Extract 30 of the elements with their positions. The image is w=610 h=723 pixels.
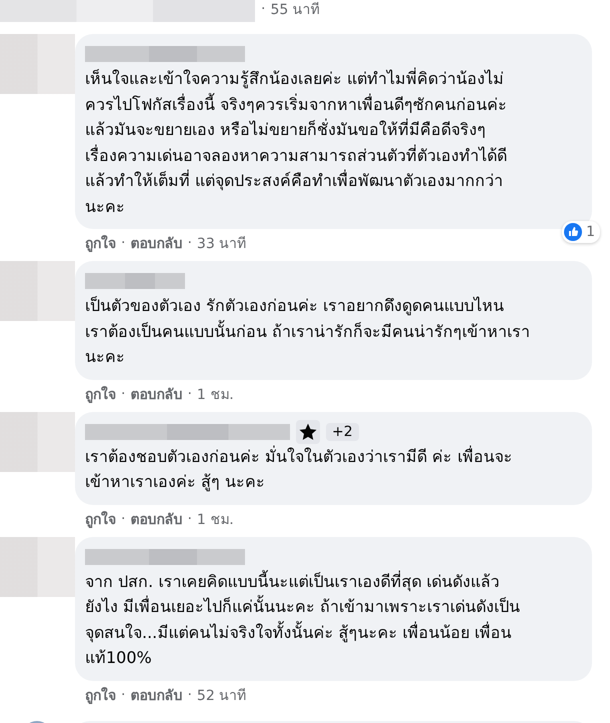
badge-count: +2	[326, 422, 359, 440]
separator: ·	[187, 510, 192, 526]
comment-text: เป็นตัวของตัวเอง รักตัวเองก่อนค่ะ เราอยากดึงดูดคนแบบไหน เราต้องเป็นคนแบบนั้นก่อน ถ้าเราน่ารักก็จะมีคนน่ารักๆเข้าหาเรา นะคะ	[85, 295, 532, 368]
separator: ·	[187, 386, 192, 402]
separator: ·	[187, 235, 192, 251]
separator: ·	[121, 386, 126, 402]
separator: ·	[121, 235, 126, 251]
comment-text: เราต้องชอบตัวเองก่อนค่ะ มั่นใจในตัวเองว่าเรามีดี ค่ะ เพื่อนจะ เข้าหาเราเองค่ะ สู้ๆ นะคะ	[85, 444, 514, 494]
separator: ·	[121, 686, 126, 702]
like-link[interactable]: ถูกใจ	[85, 382, 116, 404]
reply-link[interactable]: ตอบกลับ	[130, 232, 182, 254]
comment-time[interactable]: 1 ชม.	[196, 508, 234, 530]
separator: ·	[261, 1, 266, 17]
reaction-count[interactable]: 1	[562, 221, 600, 243]
like-link[interactable]: ถูกใจ	[85, 684, 116, 706]
comment-time[interactable]: 55 นาที	[270, 0, 320, 20]
reply-link[interactable]: ตอบกลับ	[130, 684, 182, 706]
thumbs-up-icon	[564, 223, 582, 241]
separator: ·	[187, 686, 192, 702]
comment-time[interactable]: 52 นาที	[196, 684, 246, 706]
comment-time[interactable]: 33 นาที	[196, 232, 246, 254]
comment-text: จาก ปสก. เราเคยคิดแบบนี้นะแต่เป็นเราเองดีที่สุด เด่นดังแล้ว ยังไง มีเพื่อนเยอะไปก็แค่นั้นนะคะ ถ้าเข้ามาเพราะเราเด่นดังเป็น จุดสนใจ...มีแต่คนไม่จริงใจทั้งนั้นค่ะ สู้ๆนะคะ เพื่อนน้อย เพื่อน แท้100%	[85, 569, 522, 669]
reply-link[interactable]: ตอบกลับ	[130, 508, 182, 530]
like-link[interactable]: ถูกใจ	[85, 508, 116, 530]
like-link[interactable]: ถูกใจ	[85, 232, 116, 254]
comment-time[interactable]: 1 ชม.	[196, 382, 234, 404]
comment-text: เห็นใจและเข้าใจความรู้สึกน้องเลยค่ะ แต่ทำไมพี่คิดว่าน้องไม่ ควรไปโฟกัสเรื่องนี้ จริงๆควรเริ่มจากหาเพื่อนดีๆซักคนก่อนค่ะ แล้วมันจะขยายเอง หรือไม่ขยายก็ชั่งมันขอให้ที่มีคือดีจริงๆ เรื่องความเด่นอาจลองหาความสามารถส่วนตัวที่ตัวเองทำได้ดี แล้วทำให้เต็มที่ แต่จุดประสงค์คือทำเพื่อพัฒนาตัวเองมากกว่า นะคะ	[85, 66, 508, 218]
star-icon	[298, 422, 318, 442]
reply-link[interactable]: ตอบกลับ	[130, 382, 182, 404]
separator: ·	[121, 510, 126, 526]
